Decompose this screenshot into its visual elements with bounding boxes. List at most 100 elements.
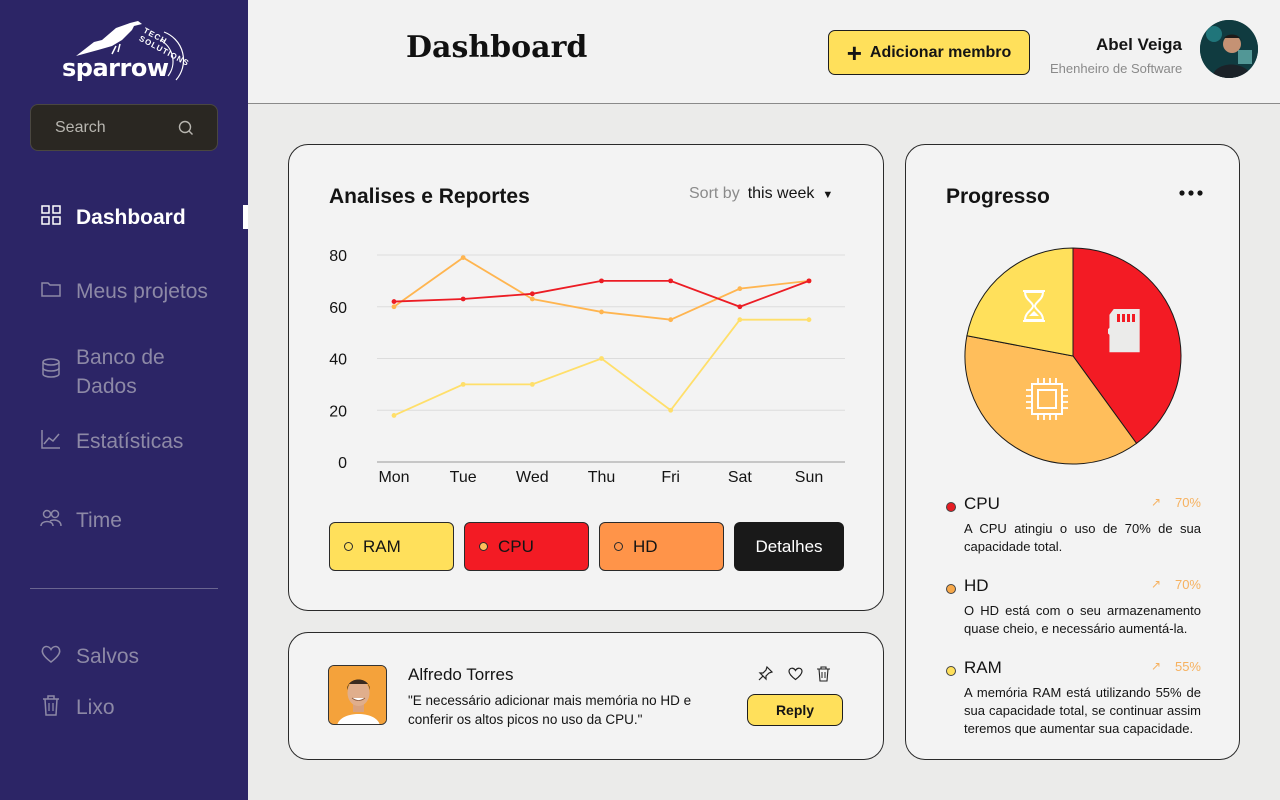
more-options-icon[interactable] [1178,183,1204,203]
sidebar-item-database[interactable]: Banco de Dados [40,343,186,401]
legend-cpu-button[interactable]: CPU [464,522,589,571]
sidebar-item-dashboard[interactable]: Dashboard [40,203,186,232]
status-dot [946,502,956,512]
stat-description: A CPU atingiu o uso de 70% de sua capaci… [964,521,1201,554]
x-tick-label: Thu [588,469,616,486]
progress-pie-chart [964,247,1182,465]
data-point-hd [391,304,397,310]
legend-dot [344,542,353,551]
series-line-cpu [393,279,810,308]
stat-name: RAM [964,658,1002,677]
stat-percent: 70% [1174,577,1201,592]
stat-percent: 70% [1174,495,1201,510]
sidebar-item-label: Time [76,509,122,532]
reply-button[interactable]: Reply [747,694,843,726]
stat-hd: HD ↗ 70% O HD está com o seu armazenamen… [946,576,1201,638]
stat-ram: RAM ↗ 55% A memória RAM está utilizando … [946,658,1201,738]
chart-line-icon [41,430,60,449]
sidebar-item-saved[interactable]: Salvos [40,642,139,671]
stat-name: HD [964,576,989,595]
trend-up-icon: ↗ [1150,495,1161,509]
data-point-hd [529,296,535,302]
sidebar-item-projects[interactable]: Meus projetos [40,277,208,306]
legend-hd-button[interactable]: HD [599,522,724,571]
user-avatar[interactable] [1200,20,1258,78]
add-member-label: Adicionar membro [869,43,1012,61]
search-box[interactable]: Search [30,104,218,151]
trend-up-icon: ↗ [1150,577,1161,591]
heart-icon [41,645,61,663]
brand-logo[interactable]: sparrow TECH SOLUTIONS [58,18,208,88]
data-point-ram [460,381,466,387]
sidebar: sparrow TECH SOLUTIONS Search Dashboard … [0,0,248,800]
stat-cpu: CPU ↗ 70% A CPU atingiu o uso de 70% de … [946,494,1201,556]
user-photo [1200,20,1258,78]
legend-ram-button[interactable]: RAM [329,522,454,571]
data-point-ram [529,381,535,387]
commenter-photo [329,666,386,724]
x-tick-label: Sat [728,469,753,486]
brand-name: sparrow [62,54,169,82]
legend-dot [614,542,623,551]
x-tick-label: Mon [378,469,409,486]
sidebar-divider [30,588,218,589]
sidebar-item-label: Banco de Dados [76,346,165,398]
user-name: Abel Veiga [1096,35,1182,54]
data-point-cpu [460,296,466,302]
add-member-button[interactable]: + Adicionar membro [828,30,1030,75]
plus-icon: + [846,37,862,68]
sidebar-item-trash[interactable]: Lixo [40,693,115,722]
data-point-cpu [599,278,604,284]
data-point-ram [737,317,743,323]
data-point-ram [391,413,397,418]
pin-icon[interactable] [757,665,774,682]
data-point-cpu [529,291,535,297]
folder-icon [41,282,61,297]
analytics-card: Analises e Reportes Sort by this week ▼ … [288,144,884,611]
trash-icon [43,695,59,716]
data-point-hd [460,255,466,260]
legend-dot [479,542,488,551]
sd-card-icon [1108,309,1140,353]
data-point-hd [599,309,604,315]
data-point-ram [599,356,604,361]
heart-icon[interactable] [787,665,804,682]
stat-description: A memória RAM está utilizando 55% de sua… [964,685,1201,736]
trash-icon[interactable] [815,665,832,682]
sidebar-item-statistics[interactable]: Estatísticas [40,427,183,456]
data-point-cpu [668,278,674,284]
series-line-ram [393,318,809,417]
y-tick-label: 20 [329,403,347,420]
search-icon[interactable] [177,119,195,137]
details-button[interactable]: Detalhes [734,522,844,571]
comment-card: Alfredo Torres "E necessário adicionar m… [288,632,884,760]
sidebar-item-label: Meus projetos [76,280,208,303]
status-dot [946,666,956,676]
commenter-name: Alfredo Torres [408,665,514,684]
y-tick-label: 80 [329,248,347,265]
top-header: Dashboard + Adicionar membro Abel Veiga … [248,0,1280,104]
commenter-avatar [328,665,387,725]
x-tick-label: Wed [516,469,549,486]
data-point-ram [668,407,674,413]
grid-icon [41,205,61,225]
legend-label: CPU [498,536,534,556]
user-role: Ehenheiro de Software [1050,61,1183,76]
sidebar-item-team[interactable]: Time [40,506,122,535]
data-point-hd [668,317,674,323]
status-dot [946,584,956,594]
y-tick-label: 60 [329,300,347,317]
data-point-hd [737,286,743,292]
sidebar-item-label: Dashboard [76,206,186,229]
team-icon [40,509,62,527]
legend-label: RAM [363,536,401,556]
sidebar-item-label: Lixo [76,696,115,719]
data-point-cpu [391,299,397,304]
x-tick-label: Fri [661,469,680,486]
active-indicator [243,205,248,229]
stat-description: O HD está com o seu armazenamento quase … [964,603,1201,636]
stat-name: CPU [964,494,1000,513]
x-tick-label: Tue [450,469,477,486]
line-chart: 0 20 40 60 80 Mon Tue Wed Thu Fri Sat Sun [329,248,845,486]
search-input[interactable]: Search [55,119,106,137]
